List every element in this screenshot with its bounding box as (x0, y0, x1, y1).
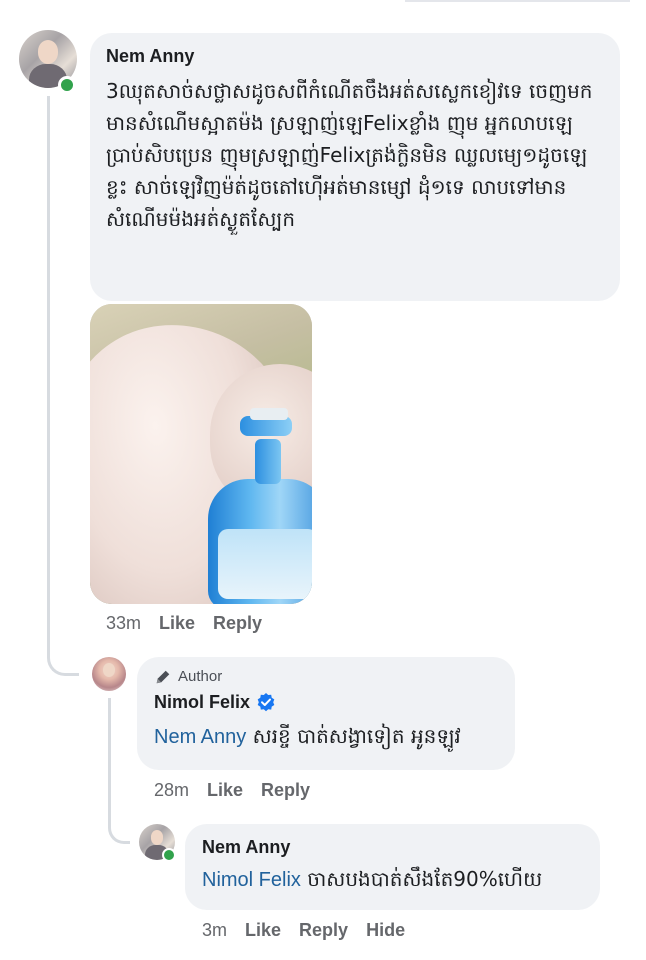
comment-actions: 33m Like Reply (106, 612, 262, 634)
thread-line (108, 698, 111, 808)
comment-text: Nem Anny សរខ្ចី បាត់សង្វាទៀត អូនឡូវ (154, 723, 499, 750)
online-status-indicator (162, 848, 176, 862)
verified-badge-icon (257, 693, 275, 712)
comment-author-name[interactable]: Nem Anny (202, 836, 583, 858)
like-button[interactable]: Like (207, 779, 243, 801)
thread-connector (47, 630, 79, 676)
lotion-jar-label (218, 529, 312, 599)
comment-author-name[interactable]: Nimol Felix (154, 691, 250, 713)
comment-text: Nimol Felix ចាសបងបាត់សឹងតែ90%ហើយ (202, 866, 583, 893)
reply-button[interactable]: Reply (299, 919, 348, 941)
pump-neck (255, 439, 281, 484)
comment-text: 3ឈុតសាច់សថ្លាសដូចសពីកំណើតចឹងអត់សស្លេកខៀវ… (106, 79, 593, 231)
comment-bubble: Nem Anny Nimol Felix ចាសបងបាត់សឹងតែ90%ហើ… (185, 824, 600, 910)
mention-link[interactable]: Nem Anny (154, 726, 246, 748)
comment-text-body: ចាសបងបាត់សឹងតែ90%ហើយ (300, 867, 543, 891)
mention-link[interactable]: Nimol Felix (202, 869, 301, 891)
avatar[interactable] (92, 657, 126, 691)
comment-photo[interactable] (90, 304, 312, 604)
comment-timestamp[interactable]: 33m (106, 612, 141, 634)
avatar-face (102, 663, 116, 677)
thread-line (47, 96, 50, 658)
comment-bubble: Author Nimol Felix Nem Anny សរខ្ចី បាត់ស… (137, 657, 515, 770)
comment-timestamp[interactable]: 28m (154, 779, 189, 801)
top-divider (405, 0, 630, 2)
author-badge: Author (154, 667, 499, 687)
comment-actions: 28m Like Reply (154, 779, 310, 801)
reply-button[interactable]: Reply (213, 612, 262, 634)
author-badge-label: Author (178, 668, 223, 685)
comment-timestamp[interactable]: 3m (202, 919, 227, 941)
like-button[interactable]: Like (245, 919, 281, 941)
hide-button[interactable]: Hide (366, 919, 405, 941)
online-status-indicator (58, 76, 76, 94)
comment-bubble: Nem Anny 3ឈុតសាច់សថ្លាសដូចសពីកំណើតចឹងអត់… (90, 33, 620, 301)
pencil-icon (156, 670, 170, 684)
comment-author-name[interactable]: Nem Anny (106, 45, 604, 67)
thread-connector (108, 800, 130, 844)
like-button[interactable]: Like (159, 612, 195, 634)
reply-button[interactable]: Reply (261, 779, 310, 801)
comment-actions: 3m Like Reply Hide (202, 919, 405, 941)
pump-top (250, 408, 288, 420)
avatar-face (37, 40, 59, 64)
comment-text-body: សរខ្ចី បាត់សង្វាទៀត អូនឡូវ (246, 724, 461, 748)
avatar-face (150, 830, 164, 845)
